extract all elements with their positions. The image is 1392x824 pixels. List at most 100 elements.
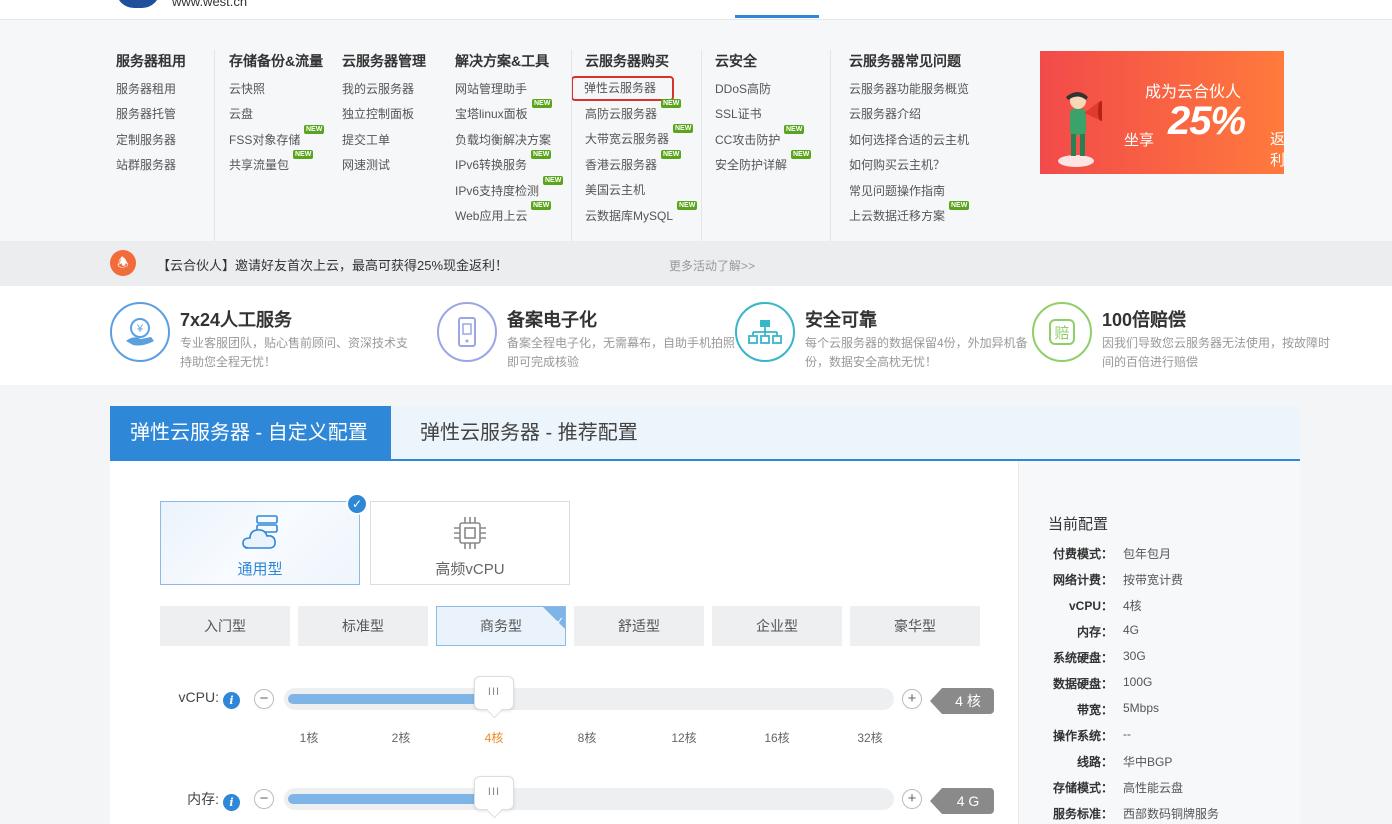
vcpu-slider-track[interactable]: III xyxy=(284,676,894,710)
menu-column-cloud-buy: 云服务器购买 弹性云服务器 高防云服务器 NEW 大带宽云服务器 NEW 香港云服务器 NEW… xyxy=(571,51,698,230)
menu-item-label: 定制服务器 xyxy=(116,132,177,147)
menu-item[interactable]: CC攻击防护 NEW xyxy=(715,124,805,154)
summary-value: 4核 xyxy=(1123,599,1142,613)
summary-key: 内存： xyxy=(1076,625,1113,639)
menu-item-label: 宝塔linux面板 xyxy=(455,107,528,122)
menu-item[interactable]: 云快照 xyxy=(229,78,323,103)
menu-item[interactable]: 我的云服务器 xyxy=(342,78,426,103)
tab-custom-config[interactable]: 弹性云服务器 - 自定义配置 xyxy=(110,406,391,461)
menu-item-label: IPv6转换服务 xyxy=(455,158,528,173)
summary-row: 内存： 4G xyxy=(1019,623,1301,643)
tier-button[interactable]: 企业型 xyxy=(712,606,842,646)
memory-increase-button[interactable]: + xyxy=(902,789,922,809)
vcpu-increase-button[interactable]: + xyxy=(902,689,922,709)
info-icon[interactable]: i xyxy=(223,692,240,709)
vcpu-tick[interactable]: 2核 xyxy=(392,729,411,746)
memory-slider-handle[interactable]: III xyxy=(474,776,514,810)
summary-key: 数据硬盘： xyxy=(1052,677,1113,691)
summary-value: 包年包月 xyxy=(1123,547,1172,561)
menu-item[interactable]: 弹性云服务器 xyxy=(571,76,674,101)
banner-line2-prefix: 坐享 xyxy=(1124,132,1155,149)
vcpu-tick[interactable]: 8核 xyxy=(578,729,597,746)
tier-button[interactable]: 豪华型 xyxy=(850,606,980,646)
vcpu-tick[interactable]: 16核 xyxy=(764,729,789,746)
vcpu-slider-handle[interactable]: III xyxy=(474,676,514,710)
menu-item[interactable]: 网速测试 xyxy=(342,154,426,179)
menu-item[interactable]: 如何购买云主机？ xyxy=(849,154,969,179)
tab-recommended-config[interactable]: 弹性云服务器 - 推荐配置 xyxy=(400,406,658,461)
menu-item-label: 网速测试 xyxy=(342,158,391,173)
menu-item[interactable]: 定制服务器 xyxy=(116,129,186,154)
megaphone-man-icon xyxy=(1058,92,1102,167)
new-badge: NEW xyxy=(791,150,812,160)
tier-button[interactable]: 标准型 xyxy=(298,606,428,646)
menu-item[interactable]: DDoS高防 xyxy=(715,78,787,103)
menu-item[interactable]: 服务器租用 xyxy=(116,78,186,103)
menu-divider xyxy=(830,50,831,245)
menu-item-label: FSS对象存储 xyxy=(229,132,301,147)
menu-item-label: 独立控制面板 xyxy=(342,107,415,122)
new-badge: NEW xyxy=(543,175,564,185)
menu-item[interactable]: SSL证书 xyxy=(715,103,787,128)
menu-item[interactable]: 高防云服务器 NEW xyxy=(585,99,682,128)
menu-item[interactable]: 提交工单 xyxy=(342,129,426,154)
summary-key: 网络计费： xyxy=(1052,573,1113,587)
menu-item[interactable]: 服务器托管 xyxy=(116,103,186,128)
vcpu-tick[interactable]: 1核 xyxy=(300,729,319,746)
menu-item[interactable]: 大带宽云服务器 NEW xyxy=(585,124,694,153)
menu-item-label: 云盘 xyxy=(229,107,254,122)
menu-item[interactable]: 共享流量包 NEW xyxy=(229,150,323,179)
tier-button[interactable]: 舒适型 xyxy=(574,606,704,646)
menu-item[interactable]: 独立控制面板 xyxy=(342,103,426,128)
menu-item[interactable]: Web应用上云 NEW xyxy=(455,200,552,230)
features-strip: ¥ 7x24人工服务 专业客服团队，贴心售前顾问、资深技术支持助您全程无忧！ 备… xyxy=(0,286,1392,385)
vcpu-decrease-button[interactable]: − xyxy=(254,689,274,709)
vcpu-slider-label: vCPU: i xyxy=(156,689,240,709)
menu-item[interactable]: 香港云服务器 NEW xyxy=(585,149,682,179)
partner-promo-banner[interactable]: 成为云合伙人 坐享 25% 返利 xyxy=(1040,51,1284,174)
menu-item[interactable]: IPv6转换服务 NEW xyxy=(455,150,552,179)
menu-item[interactable]: 如何选择合适的云主机 xyxy=(849,129,969,154)
menu-item-label: 美国云主机 xyxy=(585,183,646,198)
menu-item-label: 弹性云服务器 xyxy=(584,81,657,95)
summary-row: 网络计费： 按带宽计费 xyxy=(1019,571,1301,591)
menu-item[interactable]: 站群服务器 xyxy=(116,154,186,179)
menu-item[interactable]: 宝塔linux面板 NEW xyxy=(455,99,553,128)
menu-item-label: 如何选择合适的云主机 xyxy=(849,132,970,147)
menu-item[interactable]: 上云数据迁移方案 NEW xyxy=(849,200,970,230)
tier-button-selected[interactable]: 商务型 ✓ xyxy=(436,606,566,646)
logo-text[interactable]: www.west.cn xyxy=(172,0,247,9)
menu-item[interactable]: 美国云主机 xyxy=(585,179,673,204)
logo-icon[interactable] xyxy=(116,0,160,8)
menu-item-label: 负载均衡解决方案 xyxy=(455,132,552,147)
vcpu-tick[interactable]: 12核 xyxy=(671,729,696,746)
type-card-general[interactable]: 通用型 ✓ xyxy=(160,493,368,585)
vcpu-tick[interactable]: 32核 xyxy=(857,729,882,746)
info-icon[interactable]: i xyxy=(223,794,240,811)
memory-slider-track[interactable]: III xyxy=(284,776,894,810)
memory-value-tag: 4 G xyxy=(930,788,994,814)
new-badge: NEW xyxy=(949,200,970,210)
memory-decrease-button[interactable]: − xyxy=(254,789,274,809)
more-activities-link[interactable]: 更多活动了解>> xyxy=(669,257,755,274)
summary-value: 5Mbps xyxy=(1123,701,1160,715)
notice-text[interactable]: 【云合伙人】邀请好友首次上云，最高可获得25%现金返利！ xyxy=(157,255,508,274)
menu-item-label: 共享流量包 xyxy=(229,158,290,173)
menu-item-label: 服务器托管 xyxy=(116,107,177,122)
new-badge: NEW xyxy=(677,200,698,210)
menu-column-faq: 云服务器常见问题 云服务器功能服务概览 云服务器介绍 如何选择合适的云主机 如何购买云主… xyxy=(849,51,970,230)
menu-item[interactable]: 云服务器介绍 xyxy=(849,103,969,128)
summary-value: 高性能云盘 xyxy=(1123,781,1184,795)
menu-item-label: DDoS高防 xyxy=(715,82,772,96)
feature-desc: 备案全程电子化，无需幕布，自助手机拍照即可完成核验 xyxy=(507,336,736,369)
menu-item[interactable]: 安全防护详解 NEW xyxy=(715,150,812,179)
svg-text:¥: ¥ xyxy=(136,323,144,335)
summary-row: 付费模式： 包年包月 xyxy=(1019,545,1301,565)
vcpu-tick-current[interactable]: 4核 xyxy=(485,729,504,746)
compensation-icon: 赔 xyxy=(1032,302,1092,362)
summary-row: 系统硬盘： 30G xyxy=(1019,649,1301,669)
type-card-high-freq-vcpu[interactable]: 高频vCPU xyxy=(370,501,570,585)
menu-item[interactable]: 云数据库MySQL NEW xyxy=(585,200,698,230)
tier-button[interactable]: 入门型 xyxy=(160,606,290,646)
menu-item[interactable]: 云服务器功能服务概览 xyxy=(849,78,969,103)
